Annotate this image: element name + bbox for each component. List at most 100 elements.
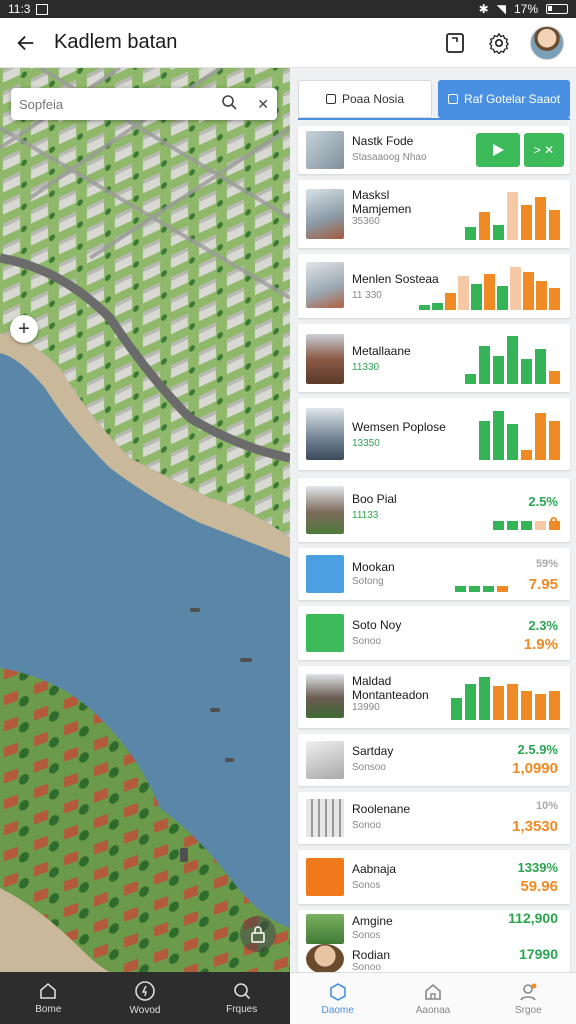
item-stat-secondary: 1,0990 (512, 760, 558, 777)
home-icon (40, 982, 57, 999)
item-sub: 13990 (352, 702, 380, 713)
item-name: Amgine (352, 914, 393, 928)
chart-bar (493, 356, 504, 384)
item-name: Sartday (352, 744, 394, 758)
item-stat-primary: 2.3% (528, 618, 558, 633)
zoom-in-button[interactable]: + (10, 315, 38, 343)
chart-bar (465, 684, 476, 720)
list-item[interactable]: Nastk Fode Stasaaoog Nhao > ✕ (298, 126, 570, 174)
chart-bar (549, 288, 560, 310)
list-item[interactable]: Mookan Sotong 59% 7.95 (298, 548, 570, 600)
item-stat-secondary: 7.95 (528, 576, 558, 593)
item-stat-primary: 112,900 (508, 910, 558, 926)
item-stat-primary: 2.5% (528, 494, 558, 509)
chart-bar (484, 274, 495, 310)
item-name: Aabnaja (352, 862, 397, 876)
chart-bar (535, 694, 546, 720)
cube-icon (329, 982, 346, 1001)
item-chart (465, 334, 560, 384)
tab-label: Poaa Nosia (341, 92, 405, 106)
item-name: Maldad Montanteadon (352, 674, 429, 702)
tab-indicator (298, 118, 570, 120)
list-item[interactable]: Aabnaja Sonos 1339% 59.96 (298, 850, 570, 904)
chart-bar (493, 411, 504, 460)
lock-button[interactable] (240, 916, 276, 952)
chart-bar (536, 281, 547, 310)
close-icon[interactable]: ✕ (257, 96, 269, 113)
item-thumbnail (306, 614, 344, 652)
list-item[interactable]: Roolenane Sonoo 10% 1,3530 (298, 792, 570, 844)
search-icon[interactable] (221, 94, 237, 115)
nav-home-panel[interactable]: Daome (290, 973, 385, 1024)
house-icon (425, 983, 441, 1000)
list-item[interactable]: Menlen Sosteaa 11 330 (298, 254, 570, 318)
settings-button[interactable] (486, 30, 512, 56)
item-sub: 13350 (352, 438, 380, 449)
item-stat-primary: 59% (535, 558, 558, 570)
list-item[interactable]: Masksl Mamjemen 35360 (298, 180, 570, 248)
avatar[interactable] (530, 25, 564, 60)
map-search-input[interactable] (19, 96, 216, 112)
back-button[interactable] (12, 29, 40, 57)
list-item[interactable]: Wemsen Poplose 13350 (298, 398, 570, 470)
page-title: Kadlem batan (54, 31, 178, 53)
map-search-bar: ✕ (11, 88, 277, 120)
play-button[interactable] (476, 133, 520, 167)
chart-bar (521, 521, 532, 530)
item-stat-secondary: 59.96 (520, 878, 558, 895)
chart-bar (479, 212, 490, 240)
list-item[interactable]: Maldad Montanteadon 13990 (298, 666, 570, 728)
chart-bar (419, 305, 430, 310)
battery-icon (546, 4, 568, 14)
item-sub: Sonoo (352, 636, 381, 647)
item-sub: 11330 (352, 362, 380, 373)
map-view[interactable]: ✕ + (0, 68, 290, 972)
item-thumbnail (306, 131, 344, 169)
item-sub: Sonos (352, 930, 381, 941)
item-chart (455, 580, 508, 592)
item-name: Masksl Mamjemen (352, 188, 412, 216)
tab-first[interactable]: Poaa Nosia (298, 80, 432, 118)
chart-bar (479, 421, 490, 460)
item-stat-secondary: 1.9% (523, 636, 558, 653)
checkbox-icon (325, 94, 336, 104)
nav-houses[interactable]: Aaonaa (385, 973, 480, 1024)
item-stat-secondary: 0 (549, 514, 558, 531)
item-name: Soto Noy (352, 618, 402, 632)
nav-search[interactable]: Frques (193, 972, 290, 1024)
item-sub: 11133 (352, 510, 379, 521)
item-chart (479, 408, 560, 460)
list-item[interactable]: Sartday Sonsoo 2.5.9% 1,0990 (298, 734, 570, 786)
chart-bar (497, 286, 508, 310)
status-time: 11:3 (8, 2, 31, 16)
tab-second[interactable]: Raf Gotelar Saaot (438, 80, 570, 118)
skip-button[interactable]: > ✕ (524, 133, 564, 167)
document-button[interactable] (442, 30, 468, 56)
item-sub: Sonoo (352, 820, 381, 831)
item-chart (419, 262, 560, 310)
play-icon (493, 144, 504, 156)
nav-compass[interactable]: Wovod (97, 972, 194, 1024)
chart-bar (432, 303, 443, 310)
chart-bar (493, 686, 504, 720)
list-item[interactable]: Metallaane 11330 (298, 324, 570, 392)
gear-icon (488, 32, 510, 54)
skip-icon: > ✕ (533, 143, 555, 157)
checkbox-icon (447, 94, 458, 104)
item-thumbnail (306, 486, 344, 534)
nav-label: Wovod (129, 1005, 161, 1016)
chart-bar (549, 421, 560, 460)
item-thumbnail (306, 799, 344, 837)
wifi-icon: ◥ (496, 2, 506, 16)
item-stat-primary: 2.5.9% (517, 742, 558, 757)
bluetooth-icon: ✱ (478, 2, 489, 16)
item-thumbnail (306, 555, 344, 593)
app-bar: Kadlem batan (0, 18, 576, 68)
list-item[interactable]: Boo Pial 11133 2.5% 0 (298, 478, 570, 542)
nav-home[interactable]: Bome (0, 972, 97, 1024)
list-item[interactable]: Soto Noy Sonoo 2.3% 1.9% (298, 606, 570, 660)
chart-bar (549, 691, 560, 720)
list-item[interactable]: Amgine Sonos 112,900 Rodian Sonoo 17990 (298, 910, 570, 972)
nav-profile[interactable]: Srgoe (481, 973, 576, 1024)
chart-bar (535, 349, 546, 384)
